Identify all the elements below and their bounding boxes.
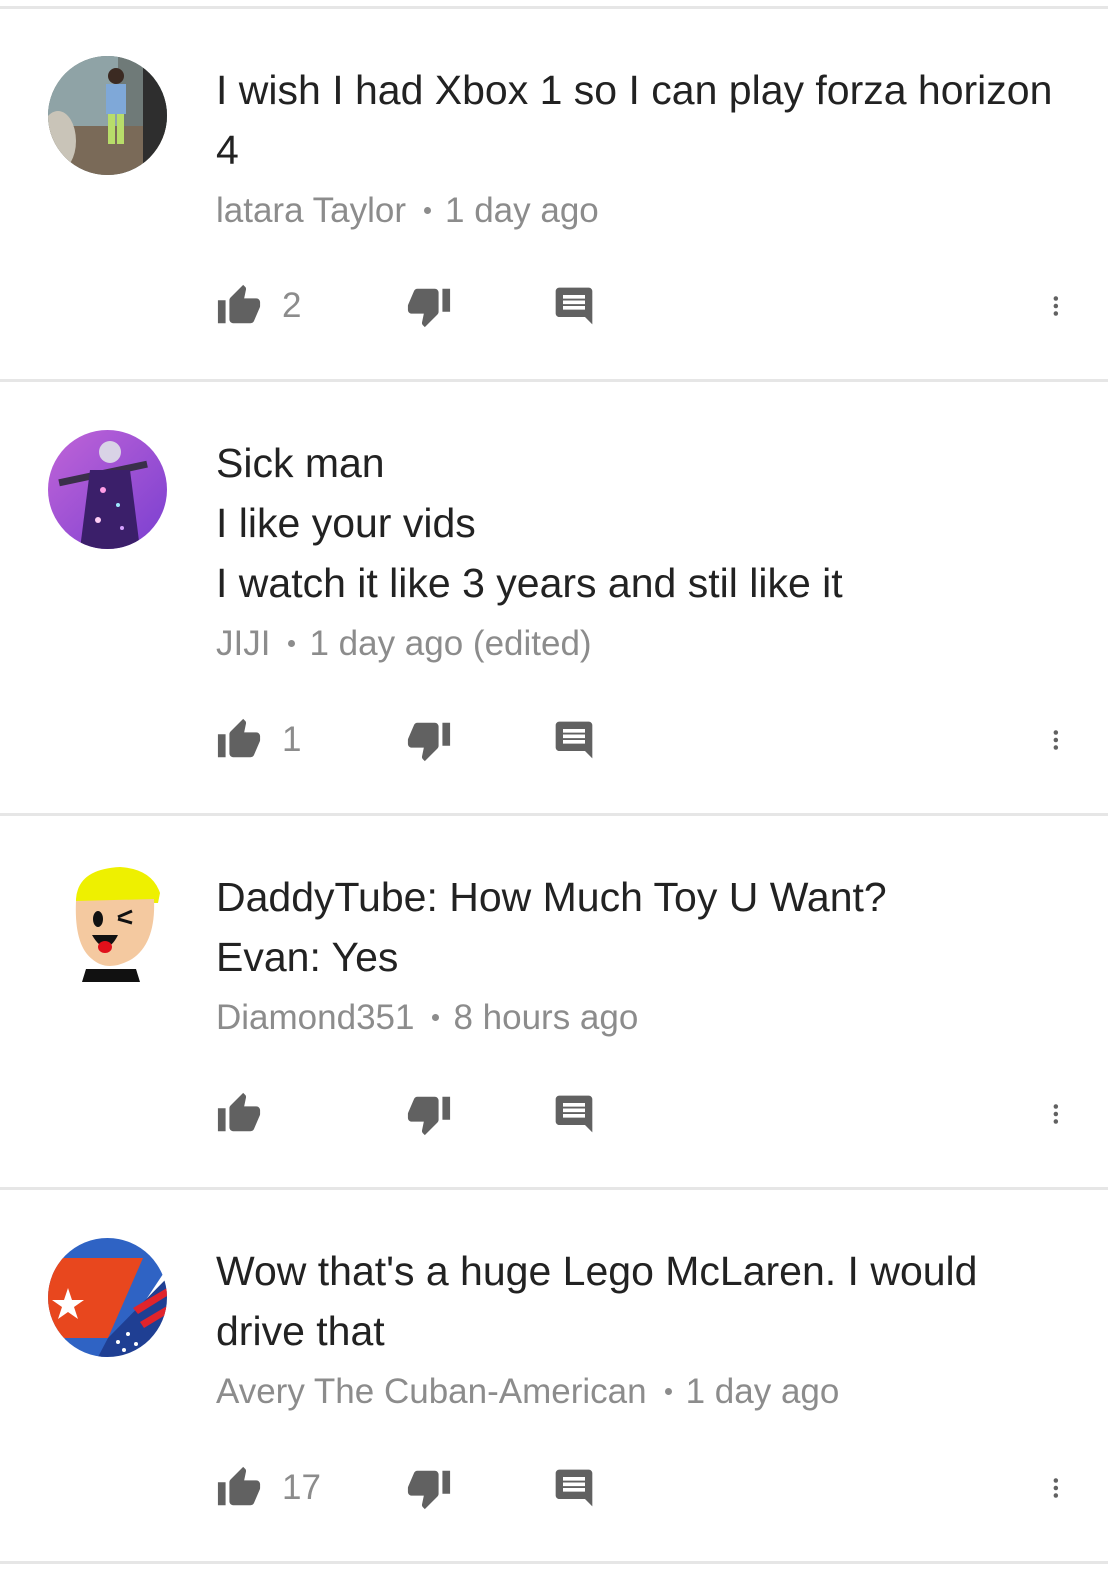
more-options-button[interactable] <box>1052 278 1078 334</box>
more-options-button[interactable] <box>1052 712 1078 768</box>
comment-meta: JIJI 1 day ago (edited) <box>216 622 592 666</box>
author-name[interactable]: JIJI <box>216 624 270 663</box>
like-button[interactable]: 1 <box>216 712 301 768</box>
thumbs-up-icon <box>216 1091 262 1137</box>
reply-comment-icon <box>552 284 596 328</box>
top-divider <box>0 6 1108 9</box>
comment-text: Sick man I like your vids I watch it lik… <box>216 440 843 606</box>
comment-meta: Diamond351 8 hours ago <box>216 996 638 1040</box>
reply-button[interactable] <box>552 1460 596 1516</box>
comment-actions: 17 <box>216 1460 1076 1516</box>
reply-button[interactable] <box>552 1086 596 1142</box>
comment-meta: latara Taylor 1 day ago <box>216 189 599 233</box>
reply-comment-icon <box>552 1466 596 1510</box>
more-vertical-icon <box>1052 284 1078 328</box>
avatar[interactable] <box>48 1238 167 1357</box>
comment-meta: Avery The Cuban-American 1 day ago <box>216 1370 839 1414</box>
thumbs-up-icon <box>216 1465 262 1511</box>
thumbs-up-icon <box>216 717 262 763</box>
separator-dot <box>288 640 296 648</box>
more-vertical-icon <box>1052 1092 1078 1136</box>
comment-divider <box>0 813 1108 816</box>
avatar[interactable] <box>48 863 167 982</box>
author-name[interactable]: Diamond351 <box>216 998 414 1037</box>
separator-dot <box>664 1388 672 1396</box>
author-name[interactable]: latara Taylor <box>216 191 406 230</box>
photo-child-avatar-icon <box>48 56 167 175</box>
galaxy-character-avatar-icon <box>48 430 167 549</box>
cartoon-face-avatar-icon <box>48 863 167 982</box>
like-count: 2 <box>282 286 302 325</box>
like-count: 1 <box>282 720 302 759</box>
comment-actions <box>216 1086 1076 1142</box>
reply-comment-icon <box>552 1092 596 1136</box>
like-button[interactable]: 17 <box>216 1460 321 1516</box>
timestamp: 1 day ago (edited) <box>309 624 592 663</box>
dislike-button[interactable] <box>406 278 452 334</box>
separator-dot <box>432 1014 440 1022</box>
comment-text: I wish I had Xbox 1 so I can play forza … <box>216 67 1053 173</box>
comment-text: DaddyTube: How Much Toy U Want? Evan: Ye… <box>216 874 887 980</box>
reply-button[interactable] <box>552 278 596 334</box>
separator-dot <box>424 207 432 215</box>
cuba-usa-flag-avatar-icon <box>48 1238 167 1357</box>
dislike-button[interactable] <box>406 1086 452 1142</box>
comment-actions: 1 <box>216 712 1076 768</box>
thumbs-down-icon <box>406 1091 452 1137</box>
more-options-button[interactable] <box>1052 1086 1078 1142</box>
avatar[interactable] <box>48 430 167 549</box>
more-vertical-icon <box>1052 718 1078 762</box>
more-vertical-icon <box>1052 1466 1078 1510</box>
comment-actions: 2 <box>216 278 1076 334</box>
like-button[interactable] <box>216 1086 282 1142</box>
timestamp: 1 day ago <box>445 191 599 230</box>
thumbs-down-icon <box>406 1465 452 1511</box>
thumbs-down-icon <box>406 717 452 763</box>
more-options-button[interactable] <box>1052 1460 1078 1516</box>
dislike-button[interactable] <box>406 1460 452 1516</box>
reply-comment-icon <box>552 718 596 762</box>
timestamp: 1 day ago <box>685 1372 840 1411</box>
comment-divider <box>0 379 1108 382</box>
thumbs-down-icon <box>406 283 452 329</box>
like-count: 17 <box>282 1468 321 1507</box>
avatar[interactable] <box>48 56 167 175</box>
reply-button[interactable] <box>552 712 596 768</box>
author-name[interactable]: Avery The Cuban-American <box>216 1372 647 1411</box>
timestamp: 8 hours ago <box>453 998 639 1037</box>
like-button[interactable]: 2 <box>216 278 301 334</box>
comment-divider <box>0 1561 1108 1564</box>
dislike-button[interactable] <box>406 712 452 768</box>
thumbs-up-icon <box>216 283 262 329</box>
comment-text: Wow that's a huge Lego McLaren. I would … <box>216 1248 978 1354</box>
comment-divider <box>0 1187 1108 1190</box>
